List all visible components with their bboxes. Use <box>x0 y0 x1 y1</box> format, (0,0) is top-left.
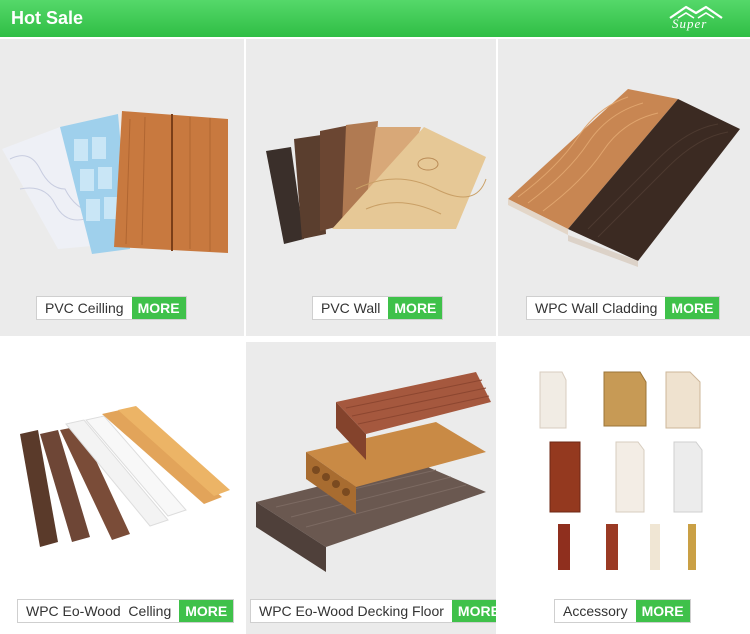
tile-label[interactable]: WPC Eo-Wood Decking Floor MORE <box>250 599 496 623</box>
tile-label[interactable]: WPC Wall Cladding MORE <box>526 296 721 320</box>
more-button[interactable]: MORE <box>665 297 720 319</box>
pvc-wall-panels-image <box>266 121 487 244</box>
tile-label-text: PVC Ceilling <box>45 300 124 316</box>
tile-wpc-eo-wood-celling[interactable]: WPC Eo-Wood Celling MORE <box>0 342 244 634</box>
tile-label-text: WPC Wall Cladding <box>535 300 658 316</box>
tile-label-text: PVC Wall <box>321 300 381 316</box>
more-button[interactable]: MORE <box>388 297 443 319</box>
tile-label-text: WPC Eo-Wood Celling <box>26 603 172 619</box>
tile-label[interactable]: WPC Eo-Wood Celling MORE <box>17 599 235 623</box>
more-button[interactable]: MORE <box>451 600 496 622</box>
more-button[interactable]: MORE <box>635 600 690 622</box>
tile-accessory[interactable]: Accessory MORE <box>498 342 750 634</box>
logo-text: Super <box>672 16 708 31</box>
wpc-ceiling-beams-image <box>0 342 244 634</box>
more-button[interactable]: MORE <box>131 297 186 319</box>
tile-wpc-eo-wood-decking-floor[interactable]: WPC Eo-Wood Decking Floor MORE <box>246 342 496 634</box>
page-title: Hot Sale <box>11 8 84 28</box>
wpc-wall-cladding-image <box>508 89 740 267</box>
house-logo-icon: Super <box>664 4 728 32</box>
tile-label[interactable]: Accessory MORE <box>554 599 691 623</box>
tile-label[interactable]: PVC Wall MORE <box>312 296 444 320</box>
accessory-trims-image <box>498 342 750 634</box>
tile-label-text: Accessory <box>563 603 628 619</box>
tile-wpc-wall-cladding[interactable]: WPC Wall Cladding MORE <box>498 39 750 336</box>
tile-pvc-wall[interactable]: PVC Wall MORE <box>246 39 496 336</box>
tile-label-text: WPC Eo-Wood Decking Floor <box>259 603 444 619</box>
more-button[interactable]: MORE <box>179 600 234 622</box>
header-bar: Hot Sale Super <box>0 0 750 37</box>
tile-pvc-ceilling[interactable]: PVC Ceilling MORE <box>0 39 244 336</box>
pvc-ceiling-panels-image <box>2 111 228 254</box>
tile-label[interactable]: PVC Ceilling MORE <box>36 296 187 320</box>
wpc-decking-boards-image <box>256 372 491 572</box>
